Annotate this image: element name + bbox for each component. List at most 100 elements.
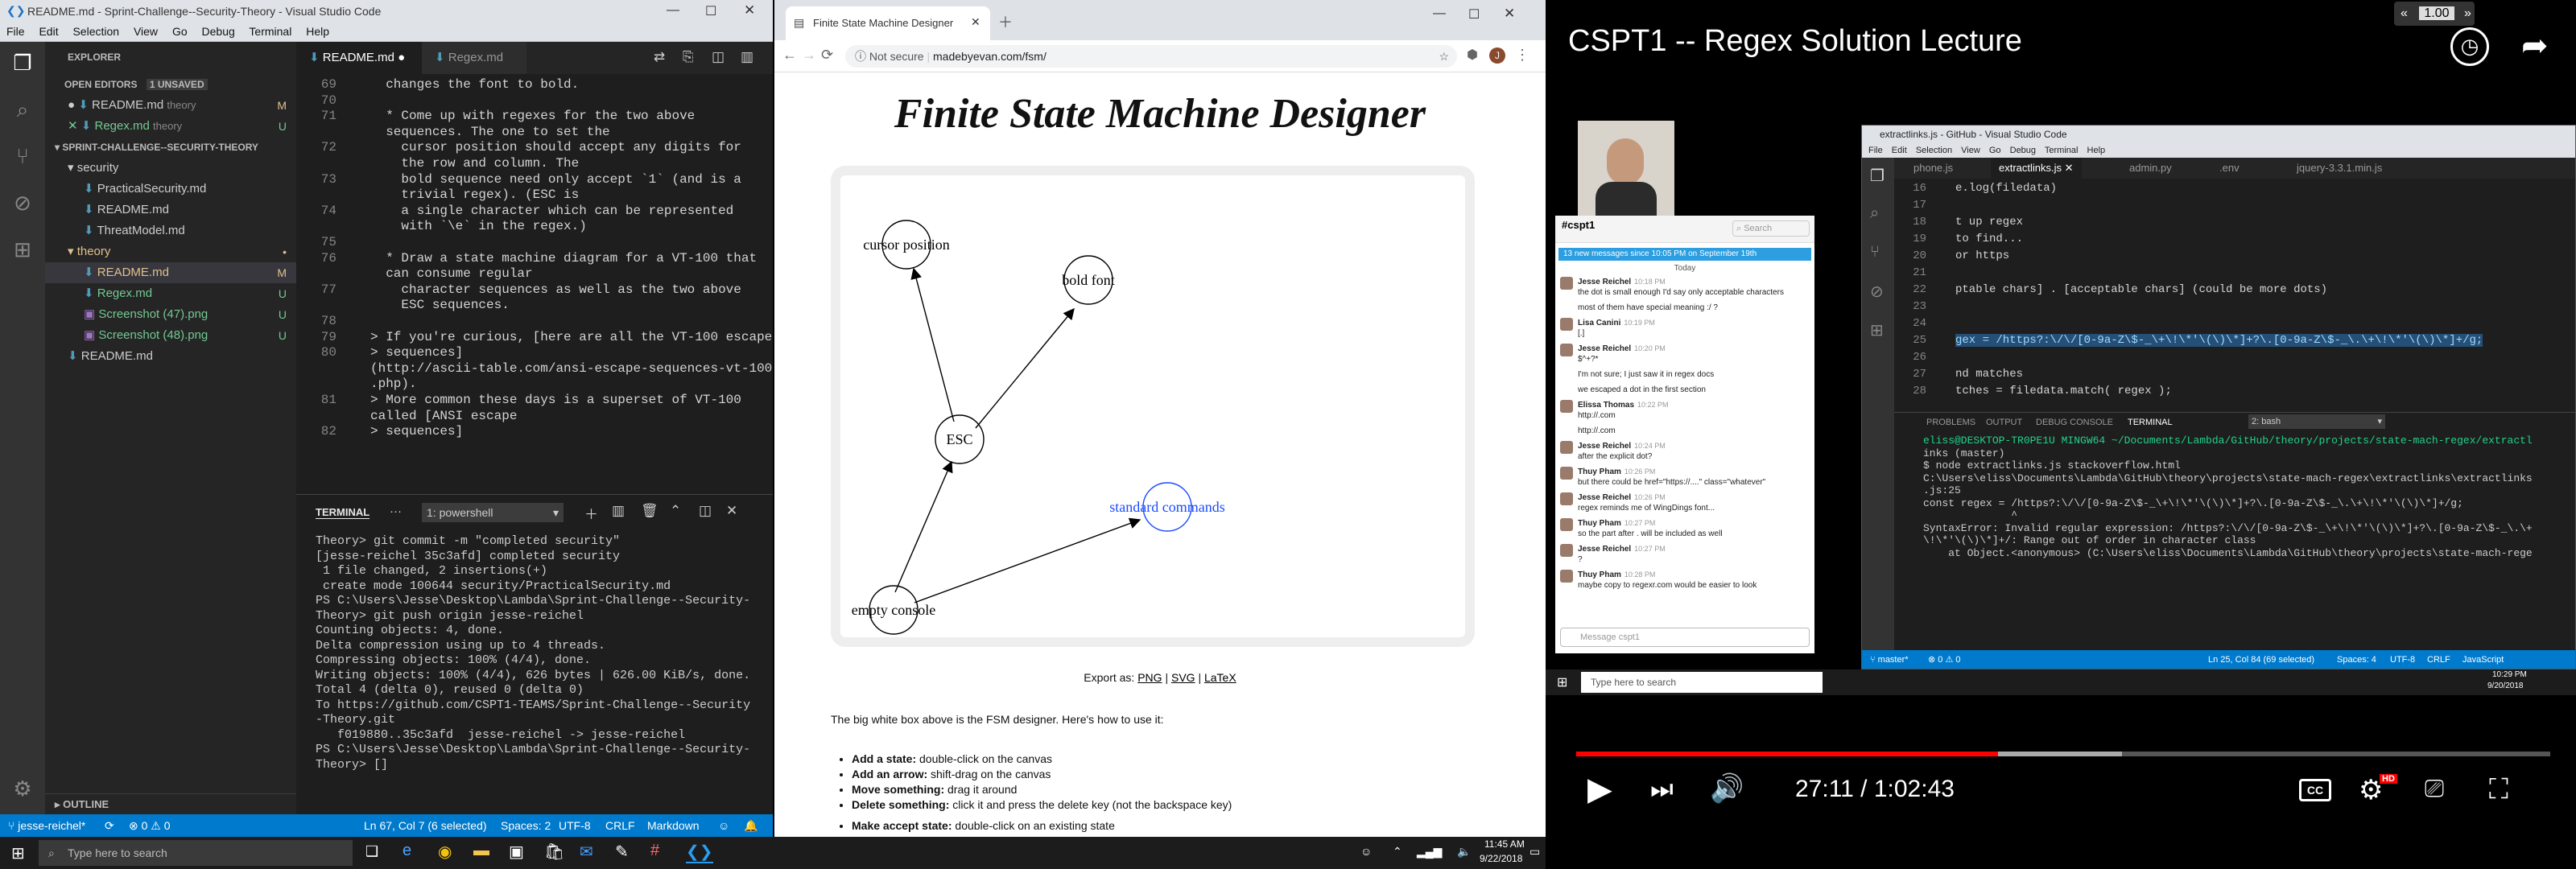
terminal-select[interactable]: 1: powershell ▾ <box>422 503 564 522</box>
tree-file[interactable]: ▣ Screenshot (48).png U <box>45 325 296 346</box>
inner-tab[interactable]: jquery-3.3.1.min.js <box>2297 162 2382 174</box>
debug-icon[interactable]: ⊘ <box>1870 282 1884 302</box>
tree-file[interactable]: ⬇ ThreatModel.md <box>45 220 296 241</box>
slack-username[interactable]: Jesse Reichel <box>1578 344 1631 353</box>
tree-file[interactable]: ⬇ Regex.md U <box>45 283 296 304</box>
extensions-icon[interactable]: ⊞ <box>10 237 35 262</box>
menu-kebab-icon[interactable]: ⋮ <box>1515 47 1530 64</box>
inner-line-ending[interactable]: CRLF <box>2427 650 2450 669</box>
export-svg-link[interactable]: SVG <box>1171 671 1195 684</box>
git-compare-icon[interactable]: ⎘ <box>683 49 694 65</box>
menu-go[interactable]: Go <box>172 25 188 38</box>
outline-section[interactable]: ▸ OUTLINE <box>45 793 296 814</box>
inner-menu-item[interactable]: Debug <box>2010 146 2036 155</box>
vscode-taskbar-icon[interactable]: ❮❯ <box>686 842 713 863</box>
inner-menu-item[interactable]: Help <box>2087 146 2106 155</box>
fullscreen-icon[interactable]: ⛶ <box>2489 774 2508 805</box>
slack-username[interactable]: Lisa Canini <box>1578 319 1620 327</box>
maximize-button[interactable]: ☐ <box>1468 6 1480 23</box>
slack-username[interactable]: Elissa Thomas <box>1578 401 1634 410</box>
inner-cursor-position[interactable]: Ln 25, Col 84 (69 selected) <box>2208 650 2314 669</box>
menu-edit[interactable]: Edit <box>39 25 58 38</box>
inner-menu-item[interactable]: Terminal <box>2045 146 2079 155</box>
editor-area[interactable]: 69 changes the font to bold. 70 71 * Come … <box>296 74 773 494</box>
panel-tab-terminal[interactable]: TERMINAL <box>316 506 370 519</box>
inner-menu-item[interactable]: Edit <box>1892 146 1907 155</box>
terminal-output[interactable]: Theory> git commit -m "completed securit… <box>316 534 766 808</box>
inner-panel-tab[interactable]: PROBLEMS <box>1926 418 1975 427</box>
notifications-icon[interactable]: ▭ <box>1530 845 1540 859</box>
inner-menu-item[interactable]: View <box>1961 146 1980 155</box>
language-mode[interactable]: Markdown <box>647 814 700 837</box>
tree-folder-security[interactable]: ▾ security <box>45 158 296 179</box>
tree-file[interactable]: ⬇ README.md <box>45 346 296 367</box>
search-icon[interactable]: ⌕ <box>10 97 35 122</box>
close-panel-icon[interactable]: ✕ <box>726 503 737 519</box>
slack-username[interactable]: Thuy Pham <box>1578 519 1621 528</box>
trash-icon[interactable]: 🗑 <box>641 503 658 519</box>
smiley-icon[interactable]: ☺ <box>718 814 729 837</box>
windows-start-icon[interactable]: ⊞ <box>1557 674 1567 690</box>
inner-tab[interactable]: phone.js <box>1913 162 1953 174</box>
slack-search[interactable]: ⌕ Search <box>1732 220 1810 237</box>
line-ending[interactable]: CRLF <box>605 814 635 837</box>
indentation[interactable]: Spaces: 2 <box>501 814 551 837</box>
tree-folder-theory[interactable]: ▾ theory • <box>45 241 296 262</box>
unsaved-dot-icon[interactable]: ● <box>398 51 405 64</box>
tree-file[interactable]: ▣ Screenshot (47).png U <box>45 304 296 325</box>
menu-view[interactable]: View <box>134 25 158 38</box>
open-changes-icon[interactable]: ⇄ <box>654 49 665 65</box>
minimize-button[interactable]: — <box>667 3 679 18</box>
inner-panel-tab[interactable]: OUTPUT <box>1986 418 2022 427</box>
mail-icon[interactable]: ✉ <box>580 842 593 862</box>
close-tab-icon[interactable]: ✕ <box>971 15 980 29</box>
close-icon[interactable]: ✕ <box>68 119 81 133</box>
slack-username[interactable]: Jesse Reichel <box>1578 493 1631 502</box>
more-icon[interactable]: ··· <box>390 505 402 518</box>
info-icon[interactable]: ⓘ <box>845 50 869 63</box>
inner-terminal-output[interactable]: eliss@DESKTOP-TR0PE1U MINGW64 ~/Document… <box>1923 434 2572 636</box>
explorer-icon[interactable]: ❐ <box>10 50 35 76</box>
sync-icon[interactable]: ⟳ <box>105 814 114 837</box>
menu-debug[interactable]: Debug <box>202 25 235 38</box>
slack-username[interactable]: Jesse Reichel <box>1578 545 1631 554</box>
captions-icon[interactable]: CC <box>2299 779 2331 801</box>
maximize-button[interactable]: ☐ <box>705 3 716 19</box>
forward-icon[interactable]: → <box>802 47 816 64</box>
network-icon[interactable]: ▂▄▆ <box>1417 845 1442 859</box>
encoding[interactable]: UTF-8 <box>559 814 591 837</box>
tab-regex[interactable]: ⬇ Regex.md <box>422 42 526 74</box>
chevron-up-icon[interactable]: ⌃ <box>670 503 681 519</box>
source-control-icon[interactable]: ⑂ <box>10 143 35 169</box>
taskbar-search[interactable]: ⌕ Type here to search <box>39 840 353 866</box>
inner-menu-item[interactable]: Selection <box>1916 146 1952 155</box>
address-bar[interactable]: ⓘ Not secure | madebyevan.com/fsm/ ☆ <box>845 45 1457 68</box>
new-terminal-icon[interactable]: ＋ <box>584 503 598 523</box>
split-editor-icon[interactable]: ▥ <box>741 49 753 65</box>
windows-start-icon[interactable]: ⊞ <box>11 843 25 863</box>
faster-button[interactable]: » <box>2464 6 2471 20</box>
inner-language-mode[interactable]: JavaScript <box>2462 650 2504 669</box>
inner-tab-active[interactable]: extractlinks.js ✕ <box>1991 158 2082 179</box>
inner-editor[interactable]: 16 e.log(filedata) 17 18 t up regex 19 to find… <box>1894 179 2575 412</box>
inner-encoding[interactable]: UTF-8 <box>2390 650 2415 669</box>
back-icon[interactable]: ← <box>782 47 797 64</box>
debug-icon[interactable]: ⊘ <box>10 190 35 216</box>
inner-tab[interactable]: .env <box>2219 162 2240 174</box>
arrow-esc-to-cursor[interactable] <box>910 267 955 422</box>
close-button[interactable]: ✕ <box>1504 6 1515 22</box>
extensions-icon[interactable]: ⊞ <box>1870 320 1884 340</box>
fsm-canvas[interactable]: cursor position bold font ESC standard c… <box>831 166 1475 647</box>
open-editors-header[interactable]: OPEN EDITORS 1 UNSAVED <box>64 74 316 95</box>
inner-indentation[interactable]: Spaces: 4 <box>2337 650 2376 669</box>
search-icon[interactable]: ⌕ <box>1870 204 1879 223</box>
export-latex-link[interactable]: LaTeX <box>1204 671 1236 684</box>
slack-icon[interactable]: # <box>650 842 659 860</box>
arrow-empty-to-esc[interactable] <box>894 460 953 593</box>
inner-panel-tab-active[interactable]: TERMINAL <box>2128 418 2173 427</box>
people-icon[interactable]: ☺ <box>1360 845 1372 858</box>
slack-message-input[interactable]: Message cspt1 <box>1560 628 1810 647</box>
paint-icon[interactable]: ✎ <box>615 842 629 862</box>
clock-date[interactable]: 9/22/2018 <box>1480 853 1522 864</box>
inner-panel-tab[interactable]: DEBUG CONSOLE <box>2036 418 2113 427</box>
